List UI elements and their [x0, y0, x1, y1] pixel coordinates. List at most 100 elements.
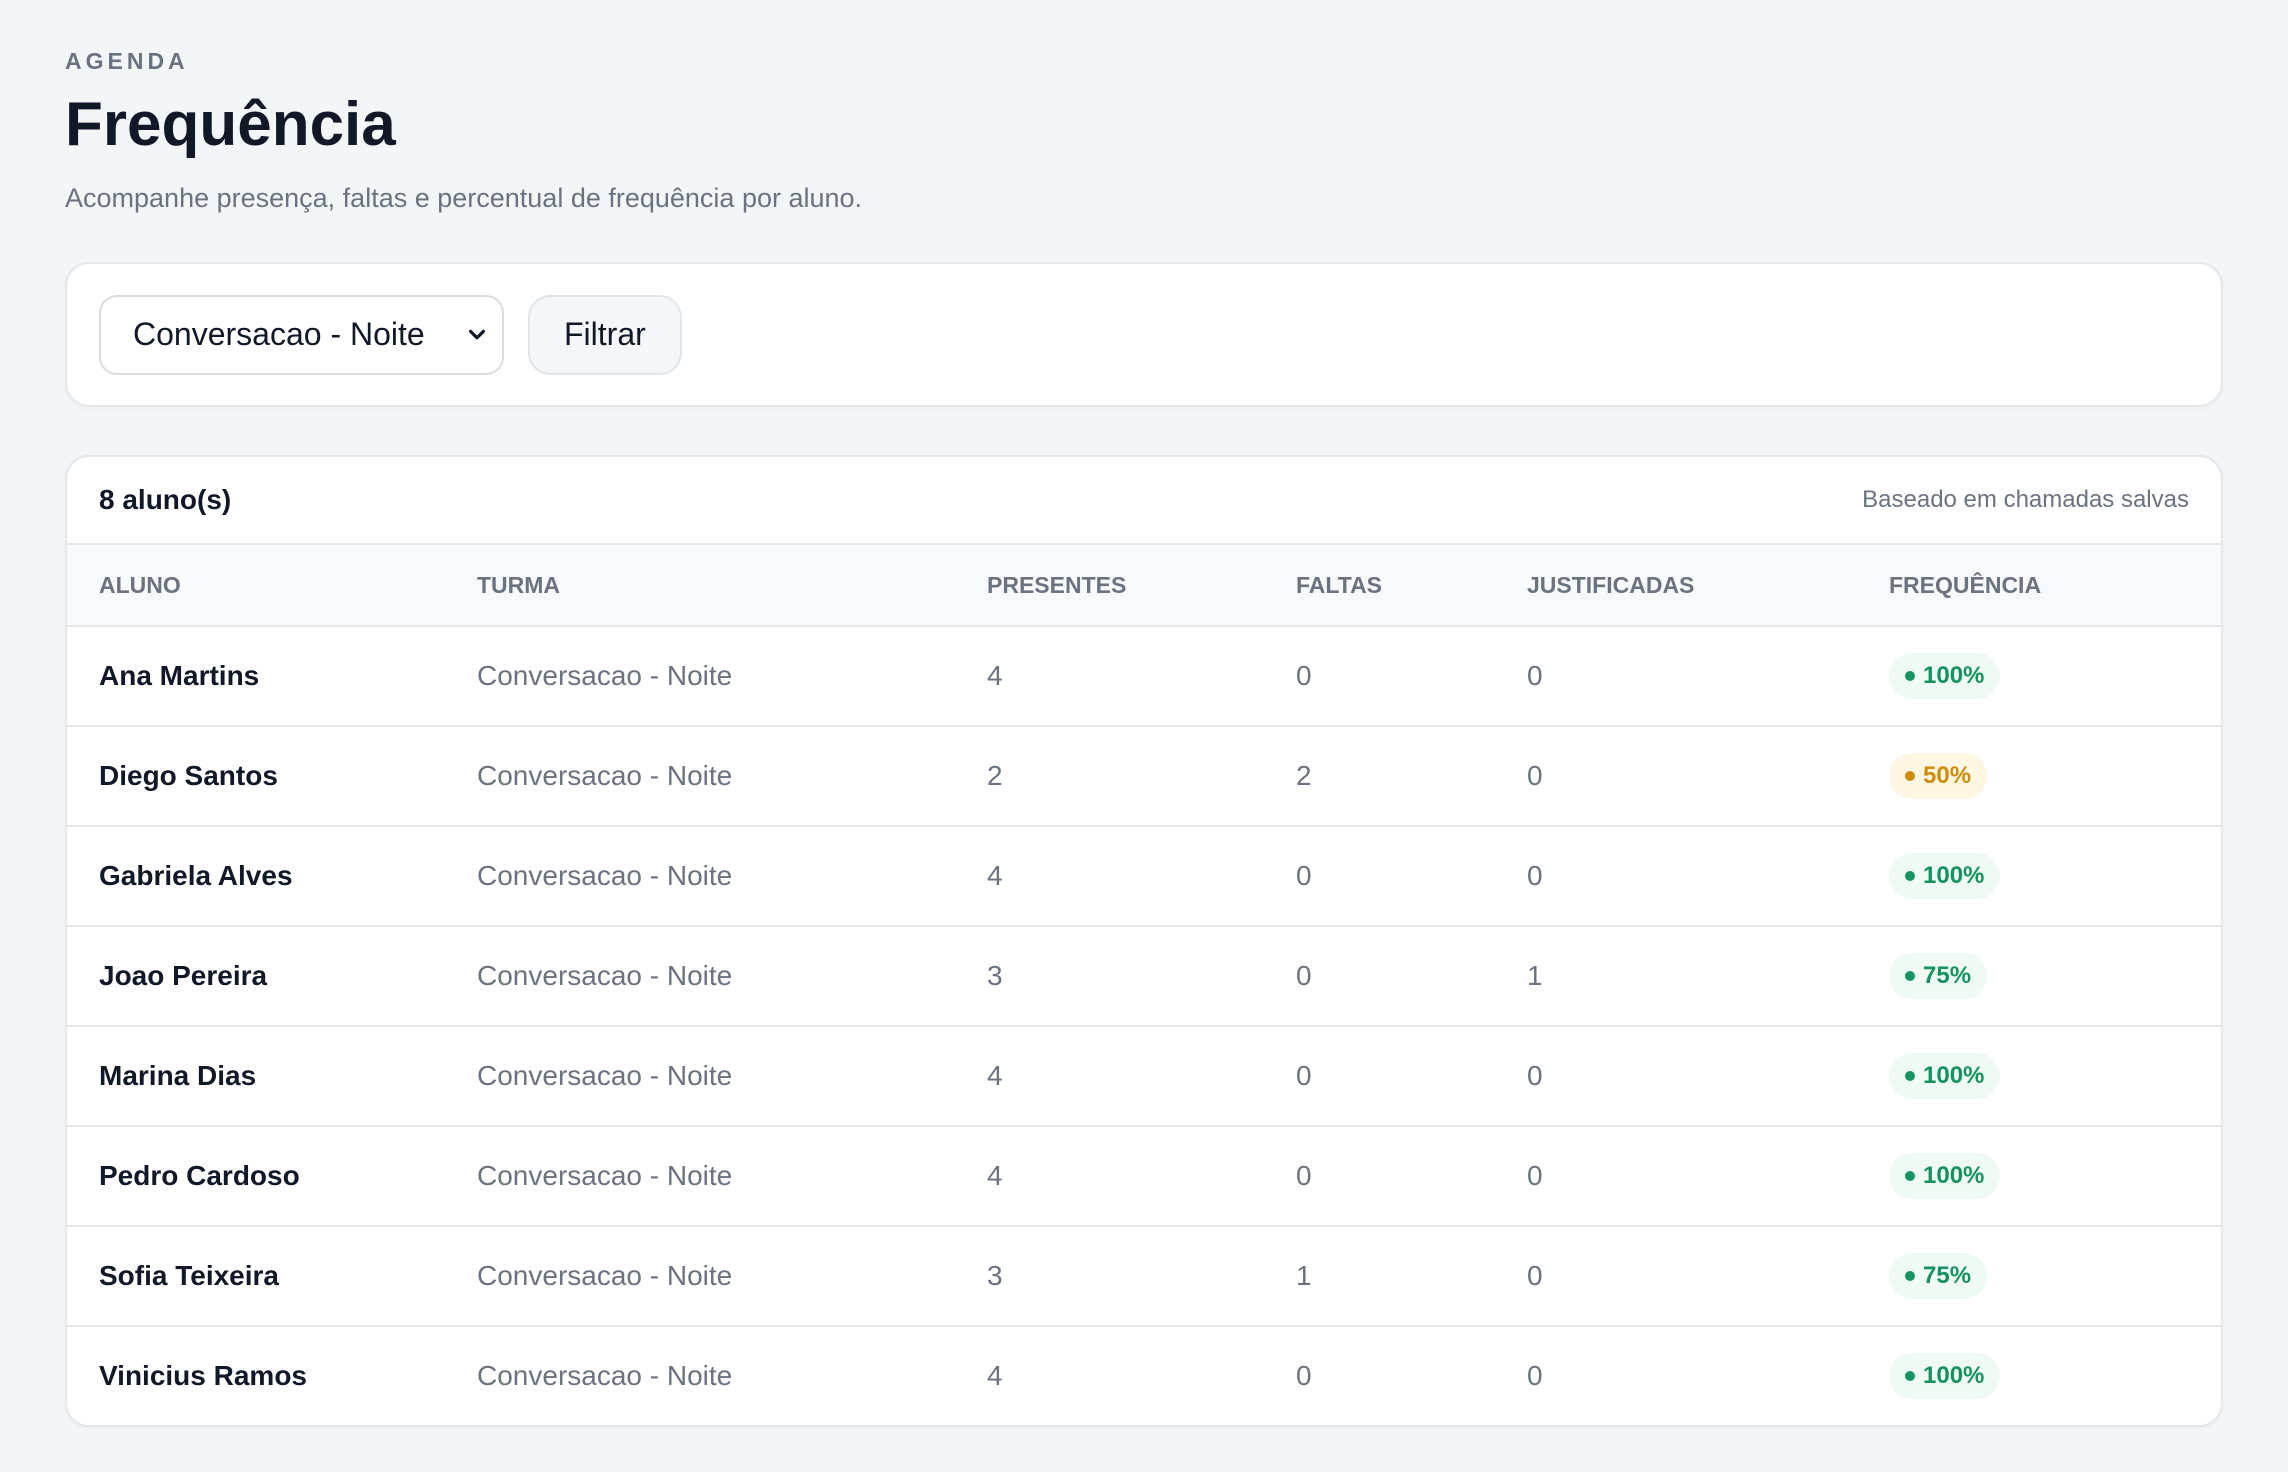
cell-frequencia: 100%: [1889, 1126, 2221, 1228]
dot-icon: [1905, 1371, 1915, 1382]
cell-aluno: Gabriela Alves: [67, 826, 477, 928]
cell-presentes: 4: [987, 1360, 1003, 1392]
cell-frequencia: 100%: [1889, 1326, 2221, 1425]
frequency-badge: 100%: [1889, 853, 2001, 900]
cell-turma: Conversacao - Noite: [477, 1126, 987, 1228]
cell-justificadas: 0: [1527, 726, 1889, 828]
chevron-down-icon: [468, 329, 486, 340]
column-header-justificadas[interactable]: JUSTIFICADAS: [1527, 545, 1889, 628]
cell-frequencia: 100%: [1889, 1026, 2221, 1128]
frequency-value: 75%: [1923, 962, 1972, 990]
cell-faltas: 1: [1296, 1226, 1527, 1328]
cell-turma: Conversacao - Noite: [477, 1226, 987, 1328]
frequency-value: 100%: [1923, 662, 1985, 690]
dot-icon: [1905, 1171, 1915, 1182]
table-header-row: ALUNO TURMA PRESENTES FALTAS JUSTIFICADA…: [67, 545, 2221, 628]
cell-presentes: 3: [987, 926, 1296, 1028]
dot-icon: [1905, 1271, 1915, 1282]
table-header-bar: 8 aluno(s) Baseado em chamadas salvas: [67, 457, 2221, 546]
dot-icon: [1905, 771, 1915, 782]
frequency-badge: 100%: [1889, 1053, 2001, 1100]
cell-aluno: Pedro Cardoso: [67, 1126, 477, 1228]
cell-turma: Conversacao - Noite: [477, 926, 987, 1028]
dot-icon: [1905, 1071, 1915, 1082]
cell-justificadas: 0: [1527, 1026, 1889, 1128]
frequency-badge: 75%: [1889, 953, 1988, 1000]
frequency-badge: 50%: [1889, 753, 1988, 800]
cell-presentes: 4: [987, 1126, 1296, 1228]
page-title: Frequência: [65, 90, 396, 159]
column-header-turma[interactable]: TURMA: [477, 545, 987, 628]
cell-turma: Conversacao - Noite: [477, 726, 987, 828]
column-header-presentes[interactable]: PRESENTES: [987, 545, 1296, 628]
cell-frequencia: 75%: [1889, 926, 2221, 1028]
attendance-table: ALUNO TURMA PRESENTES FALTAS JUSTIFICADA…: [67, 545, 2221, 1425]
cell-aluno: Marina Dias: [67, 1026, 477, 1128]
dot-icon: [1905, 871, 1915, 882]
student-count: 8 aluno(s): [99, 484, 232, 516]
frequency-badge: 100%: [1889, 1353, 2001, 1400]
frequency-value: 75%: [1923, 1262, 1972, 1290]
attendance-page: AGENDA Frequência Acompanhe presença, fa…: [0, 0, 2288, 1428]
cell-faltas: 0: [1296, 1126, 1527, 1228]
column-header-faltas[interactable]: FALTAS: [1296, 545, 1527, 628]
cell-aluno: Sofia Teixeira: [67, 1226, 477, 1328]
table-row[interactable]: Diego Santos Conversacao - Noite 2 2 0 5…: [67, 726, 2221, 828]
frequency-badge: 100%: [1889, 1153, 2001, 1200]
frequency-value: 100%: [1923, 1362, 1985, 1390]
dot-icon: [1905, 671, 1915, 682]
table-row[interactable]: Pedro Cardoso Conversacao - Noite 4 0 0 …: [67, 1126, 2221, 1228]
table-row[interactable]: Ana Martins Conversacao - Noite 4 0 0 10…: [67, 626, 2221, 728]
cell-presentes: 2: [987, 726, 1296, 828]
cell-aluno: Joao Pereira: [67, 926, 477, 1028]
frequency-value: 50%: [1923, 762, 1972, 790]
cell-aluno: Ana Martins: [67, 626, 477, 728]
cell-presentes: 4: [987, 1026, 1296, 1128]
cell-faltas: 0: [1296, 926, 1527, 1028]
cell-justificadas: 0: [1527, 1360, 1543, 1392]
attendance-table-card: 8 aluno(s) Baseado em chamadas salvas AL…: [65, 455, 2223, 1428]
cell-faltas: 0: [1296, 626, 1527, 728]
section-eyebrow: AGENDA: [65, 48, 189, 74]
column-header-frequencia[interactable]: FREQUÊNCIA: [1889, 545, 2221, 628]
cell-faltas: 2: [1296, 726, 1527, 828]
cell-turma: Conversacao - Noite: [477, 1360, 733, 1392]
dot-icon: [1905, 971, 1915, 982]
class-select[interactable]: Conversacao - Noite: [99, 294, 504, 375]
cell-justificadas: 0: [1527, 1126, 1889, 1228]
cell-frequencia: 75%: [1889, 1226, 2221, 1328]
cell-faltas: 0: [1296, 1026, 1527, 1128]
filter-button[interactable]: Filtrar: [528, 294, 682, 375]
cell-frequencia: 100%: [1889, 826, 2221, 928]
frequency-value: 100%: [1923, 1062, 1985, 1090]
cell-justificadas: 0: [1527, 626, 1889, 728]
frequency-badge: 100%: [1889, 653, 2001, 700]
table-row[interactable]: Sofia Teixeira Conversacao - Noite 3 1 0…: [67, 1226, 2221, 1328]
class-select-value: Conversacao - Noite: [133, 316, 425, 353]
cell-presentes: 3: [987, 1226, 1296, 1328]
table-note: Baseado em chamadas salvas: [1862, 486, 2189, 514]
cell-faltas: 0: [1296, 1360, 1312, 1392]
cell-justificadas: 0: [1527, 826, 1889, 928]
table-row[interactable]: Joao Pereira Conversacao - Noite 3 0 1 7…: [67, 926, 2221, 1028]
column-header-aluno[interactable]: ALUNO: [67, 545, 477, 628]
page-subtitle: Acompanhe presença, faltas e percentual …: [65, 183, 863, 214]
table-body: Ana Martins Conversacao - Noite 4 0 0 10…: [67, 626, 2221, 1425]
table-row[interactable]: Marina Dias Conversacao - Noite 4 0 0 10…: [67, 1026, 2221, 1128]
table-row[interactable]: Vinicius Ramos Conversacao - Noite 4 0 0…: [67, 1326, 2221, 1425]
filter-card: Conversacao - Noite Filtrar: [65, 262, 2223, 408]
frequency-value: 100%: [1923, 1162, 1985, 1190]
cell-justificadas: 1: [1527, 926, 1889, 1028]
table-row[interactable]: Gabriela Alves Conversacao - Noite 4 0 0…: [67, 826, 2221, 928]
cell-presentes: 4: [987, 826, 1296, 928]
frequency-value: 100%: [1923, 862, 1985, 890]
cell-aluno: Diego Santos: [67, 726, 477, 828]
cell-faltas: 0: [1296, 826, 1527, 928]
cell-aluno: Vinicius Ramos: [99, 1360, 308, 1392]
cell-presentes: 4: [987, 626, 1296, 728]
cell-turma: Conversacao - Noite: [477, 1026, 987, 1128]
cell-turma: Conversacao - Noite: [477, 826, 987, 928]
cell-frequencia: 50%: [1889, 726, 2221, 828]
cell-turma: Conversacao - Noite: [477, 626, 987, 728]
cell-frequencia: 100%: [1889, 626, 2221, 728]
